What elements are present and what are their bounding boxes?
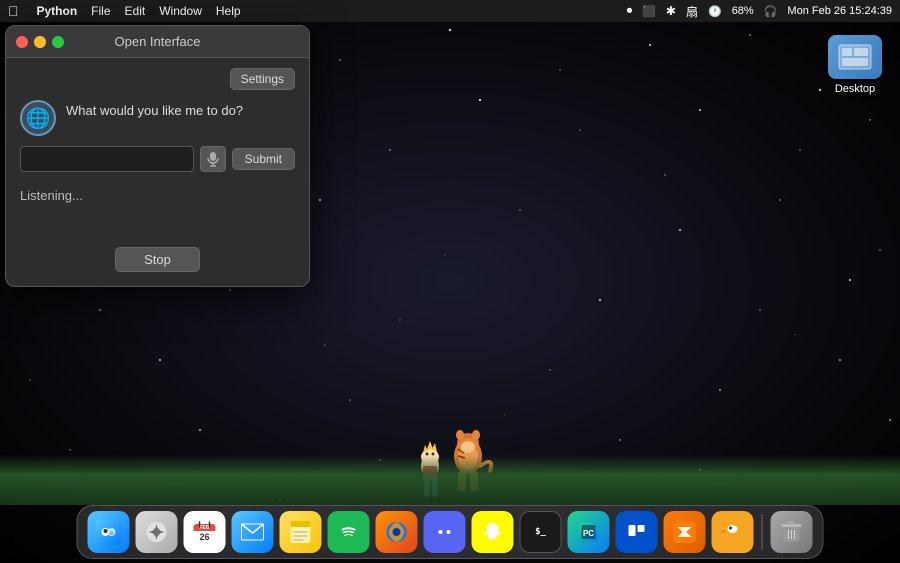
dock-item-firefox[interactable] bbox=[376, 511, 418, 553]
firefox-icon bbox=[385, 520, 409, 544]
desktop-folder-icon[interactable]: Desktop bbox=[828, 35, 882, 95]
dock-item-trello[interactable] bbox=[616, 511, 658, 553]
close-button[interactable] bbox=[16, 36, 28, 48]
record-icon[interactable]: ⏺ bbox=[627, 5, 633, 18]
dock-item-calendar[interactable]: 26 FEB bbox=[184, 511, 226, 553]
mail-icon bbox=[241, 523, 265, 541]
task-input[interactable] bbox=[20, 146, 194, 172]
calendar-icon: 26 FEB bbox=[193, 520, 217, 544]
stop-button[interactable]: Stop bbox=[115, 247, 200, 272]
dock: 26 FEB bbox=[77, 505, 824, 559]
menu-window[interactable]: Window bbox=[159, 4, 202, 18]
notes-icon bbox=[290, 520, 312, 544]
microphone-icon bbox=[206, 151, 220, 167]
sublime-icon bbox=[673, 520, 697, 544]
menu-file[interactable]: File bbox=[91, 4, 110, 18]
spotify-icon bbox=[337, 520, 361, 544]
desktop-folder-label: Desktop bbox=[835, 83, 875, 95]
dock-divider bbox=[762, 514, 763, 550]
headphone-icon[interactable]: 🎧 bbox=[764, 5, 778, 18]
dock-item-launchpad[interactable] bbox=[136, 511, 178, 553]
globe-icon: 🌐 bbox=[20, 100, 56, 136]
dialog-title: Open Interface bbox=[115, 34, 201, 49]
svg-text:26: 26 bbox=[199, 532, 209, 542]
dialog-question-label: What would you like me to do? bbox=[66, 100, 243, 120]
dock-item-notes[interactable] bbox=[280, 511, 322, 553]
bluetooth-icon[interactable]: ✱ bbox=[666, 4, 676, 18]
microphone-button[interactable] bbox=[200, 146, 226, 172]
traffic-lights bbox=[16, 36, 64, 48]
battery-level[interactable]: 68% bbox=[732, 5, 754, 17]
minimize-button[interactable] bbox=[34, 36, 46, 48]
dock-item-pycharm[interactable]: PC bbox=[568, 511, 610, 553]
open-interface-dialog: Open Interface Settings 🌐 What would you… bbox=[5, 25, 310, 287]
desktop-folder-thumbnail bbox=[828, 35, 882, 79]
wifi-icon[interactable]: 扇 bbox=[686, 3, 698, 20]
input-row: Submit bbox=[20, 146, 295, 172]
submit-button[interactable]: Submit bbox=[232, 148, 295, 170]
dock-item-sublime[interactable] bbox=[664, 511, 706, 553]
dock-item-trash[interactable] bbox=[771, 511, 813, 553]
pycharm-icon: PC bbox=[577, 520, 601, 544]
dialog-globe-row: 🌐 What would you like me to do? bbox=[20, 100, 295, 136]
launchpad-icon bbox=[146, 521, 168, 543]
apple-menu[interactable]:  bbox=[8, 3, 19, 19]
dialog-titlebar: Open Interface bbox=[6, 26, 309, 58]
snapchat-icon bbox=[482, 521, 504, 543]
menu-edit[interactable]: Edit bbox=[125, 4, 146, 18]
menubar:  Python File Edit Window Help ⏺ ⬛ ✱ 扇 🕐… bbox=[0, 0, 900, 22]
desktop:  Python File Edit Window Help ⏺ ⬛ ✱ 扇 🕐… bbox=[0, 0, 900, 563]
datetime-display: Mon Feb 26 15:24:39 bbox=[787, 5, 892, 17]
dock-item-cyberduck[interactable] bbox=[712, 511, 754, 553]
listening-status: Listening... bbox=[20, 184, 295, 207]
dock-item-finder[interactable] bbox=[88, 511, 130, 553]
svg-text:PC: PC bbox=[583, 529, 594, 538]
app-name[interactable]: Python bbox=[37, 4, 78, 18]
display-icon[interactable]: ⬛ bbox=[642, 5, 656, 18]
dialog-content: Settings 🌐 What would you like me to do?… bbox=[6, 58, 309, 286]
dock-item-mail[interactable] bbox=[232, 511, 274, 553]
settings-button[interactable]: Settings bbox=[230, 68, 295, 90]
cyberduck-icon bbox=[721, 521, 745, 543]
ground bbox=[0, 455, 900, 505]
dock-item-discord[interactable] bbox=[424, 511, 466, 553]
stop-button-row: Stop bbox=[20, 247, 295, 272]
discord-icon bbox=[432, 522, 458, 542]
trash-icon bbox=[781, 520, 803, 544]
dialog-top-row: Settings bbox=[20, 68, 295, 90]
svg-text:FEB: FEB bbox=[200, 525, 210, 531]
dock-item-snapchat[interactable] bbox=[472, 511, 514, 553]
clock-icon: 🕐 bbox=[708, 5, 722, 18]
maximize-button[interactable] bbox=[52, 36, 64, 48]
dock-item-spotify[interactable] bbox=[328, 511, 370, 553]
terminal-label: $_ bbox=[535, 527, 546, 537]
menu-help[interactable]: Help bbox=[216, 4, 241, 18]
finder-icon bbox=[96, 519, 122, 545]
trello-icon bbox=[626, 521, 648, 543]
dock-item-terminal[interactable]: $_ bbox=[520, 511, 562, 553]
